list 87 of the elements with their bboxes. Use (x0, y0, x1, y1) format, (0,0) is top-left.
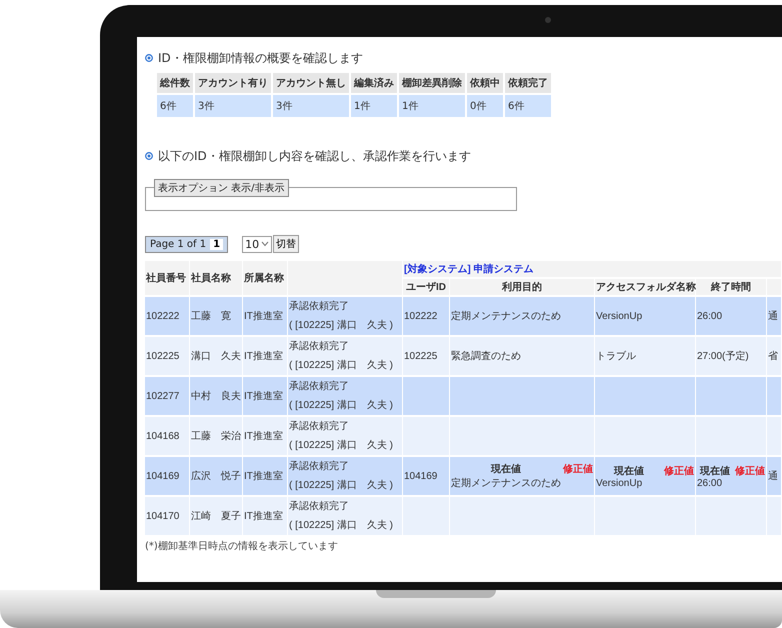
footnote: (*)棚卸基準日時点の情報を表示しています (145, 540, 339, 553)
table-cell: 102277 (145, 377, 189, 415)
table-cell: 102222 (145, 297, 189, 335)
current-value: 定期メンテナンスのため (451, 476, 561, 490)
column-header: 依頼中 (467, 73, 503, 93)
table-cell: IT推進室 (243, 337, 287, 375)
approver-text: ( [102225] 溝口 久夫 ) (289, 318, 394, 333)
approver-text: ( [102225] 溝口 久夫 ) (289, 438, 394, 453)
table-cell: 広沢 悦子 (190, 457, 242, 495)
status-text: 承認依頼完了 (289, 420, 350, 434)
current-value-label: 現在値 (612, 464, 645, 478)
count-cell: 1件 (399, 95, 465, 117)
corrected-value-label: 修正値 (563, 462, 593, 476)
apply-button[interactable]: 切替 (273, 235, 300, 253)
status-text: 承認依頼完了 (289, 300, 350, 314)
table-cell: 省 (767, 337, 782, 375)
column-header: アカウント有り (195, 73, 271, 93)
table-cell: 104170 (145, 497, 189, 535)
approver-text: ( [102225] 溝口 久夫 ) (289, 518, 394, 533)
table-cell: 102225 (145, 337, 189, 375)
caret-icon (261, 241, 270, 247)
table-cell: 通 (767, 297, 782, 335)
count-cell: 1件 (351, 95, 397, 117)
column-header: 終了時間 (696, 279, 766, 295)
table-cell: 通 (767, 457, 782, 495)
current-value: VersionUp (596, 478, 644, 488)
count-cell: 0件 (467, 95, 503, 117)
table-cell: 工藤 寛 (190, 297, 242, 335)
page-size-select[interactable]: 10 (242, 236, 272, 252)
count-cell: 3件 (273, 95, 349, 117)
system-caption: [対象システム] 申請システム (403, 261, 782, 277)
page-number-link[interactable]: 1 (210, 238, 224, 250)
column-header: 編集済み (351, 73, 397, 93)
column-header: アカウント無し (273, 73, 349, 93)
approver-text: ( [102225] 溝口 久夫 ) (289, 358, 394, 373)
table-cell: 104169 (403, 457, 449, 495)
column-header: 総件数 (157, 73, 193, 93)
bullet-icon (145, 152, 153, 160)
approver-text: ( [102225] 溝口 久夫 ) (289, 398, 394, 413)
column-header: アクセスフォルダ名称 (595, 279, 695, 295)
table-cell: 27:00(予定) (696, 337, 766, 375)
current-value: 26:00 (697, 478, 724, 488)
section-heading: 以下のID・権限棚卸し内容を確認し、承認作業を行います (158, 148, 471, 164)
column-header: 社員名称 (190, 261, 242, 295)
table-cell: 104169 (145, 457, 189, 495)
current-value-label: 現在値 (490, 462, 522, 476)
corrected-value-label: 修正値 (735, 464, 765, 478)
table-cell: トラブル (595, 337, 695, 375)
status-text: 承認依頼完了 (289, 500, 350, 514)
column-header: 棚卸差異削除 (399, 73, 465, 93)
table-cell: 緊急調査のため (450, 337, 594, 375)
count-cell: 6件 (157, 95, 193, 117)
table-cell: 中村 良夫 (190, 377, 242, 415)
corrected-value-label: 修正値 (664, 464, 694, 478)
table-cell: IT推進室 (243, 497, 287, 535)
section-heading: ID・権限棚卸情報の概要を確認します (158, 50, 363, 66)
count-cell: 3件 (195, 95, 271, 117)
table-cell: 104168 (145, 417, 189, 455)
table-cell: IT推進室 (243, 377, 287, 415)
camera-dot (545, 17, 551, 23)
approver-text: ( [102225] 溝口 久夫 ) (289, 478, 394, 493)
status-text: 承認依頼完了 (289, 380, 350, 394)
table-cell: 102225 (403, 337, 449, 375)
table-cell: 工藤 栄治 (190, 417, 242, 455)
bullet-icon (145, 54, 153, 62)
table-cell: IT推進室 (243, 457, 287, 495)
column-header: 依頼完了 (505, 73, 551, 93)
column-header: 利用目的 (450, 279, 594, 295)
table-cell (696, 377, 766, 415)
table-cell (767, 377, 782, 415)
status-text: 承認依頼完了 (289, 340, 350, 354)
table-cell: IT推進室 (243, 297, 287, 335)
page-label: Page 1 of 1 (150, 238, 206, 250)
column-header: 所属名称 (243, 261, 287, 295)
table-cell: IT推進室 (243, 417, 287, 455)
table-cell: 26:00 (696, 297, 766, 335)
column-header: 社員番号 (145, 261, 189, 295)
options-toggle-button[interactable]: 表示オプション 表示/非表示 (154, 179, 289, 197)
table-cell: 江崎 夏子 (190, 497, 242, 535)
table-cell: 定期メンテナンスのため (450, 297, 594, 335)
table-cell: 102222 (403, 297, 449, 335)
table-cell: 溝口 久夫 (190, 337, 242, 375)
table-cell: VersionUp (595, 297, 695, 335)
count-cell: 6件 (505, 95, 551, 117)
column-header: ユーザID (403, 279, 449, 295)
status-text: 承認依頼完了 (289, 460, 350, 474)
current-value-label: 現在値 (698, 464, 731, 478)
